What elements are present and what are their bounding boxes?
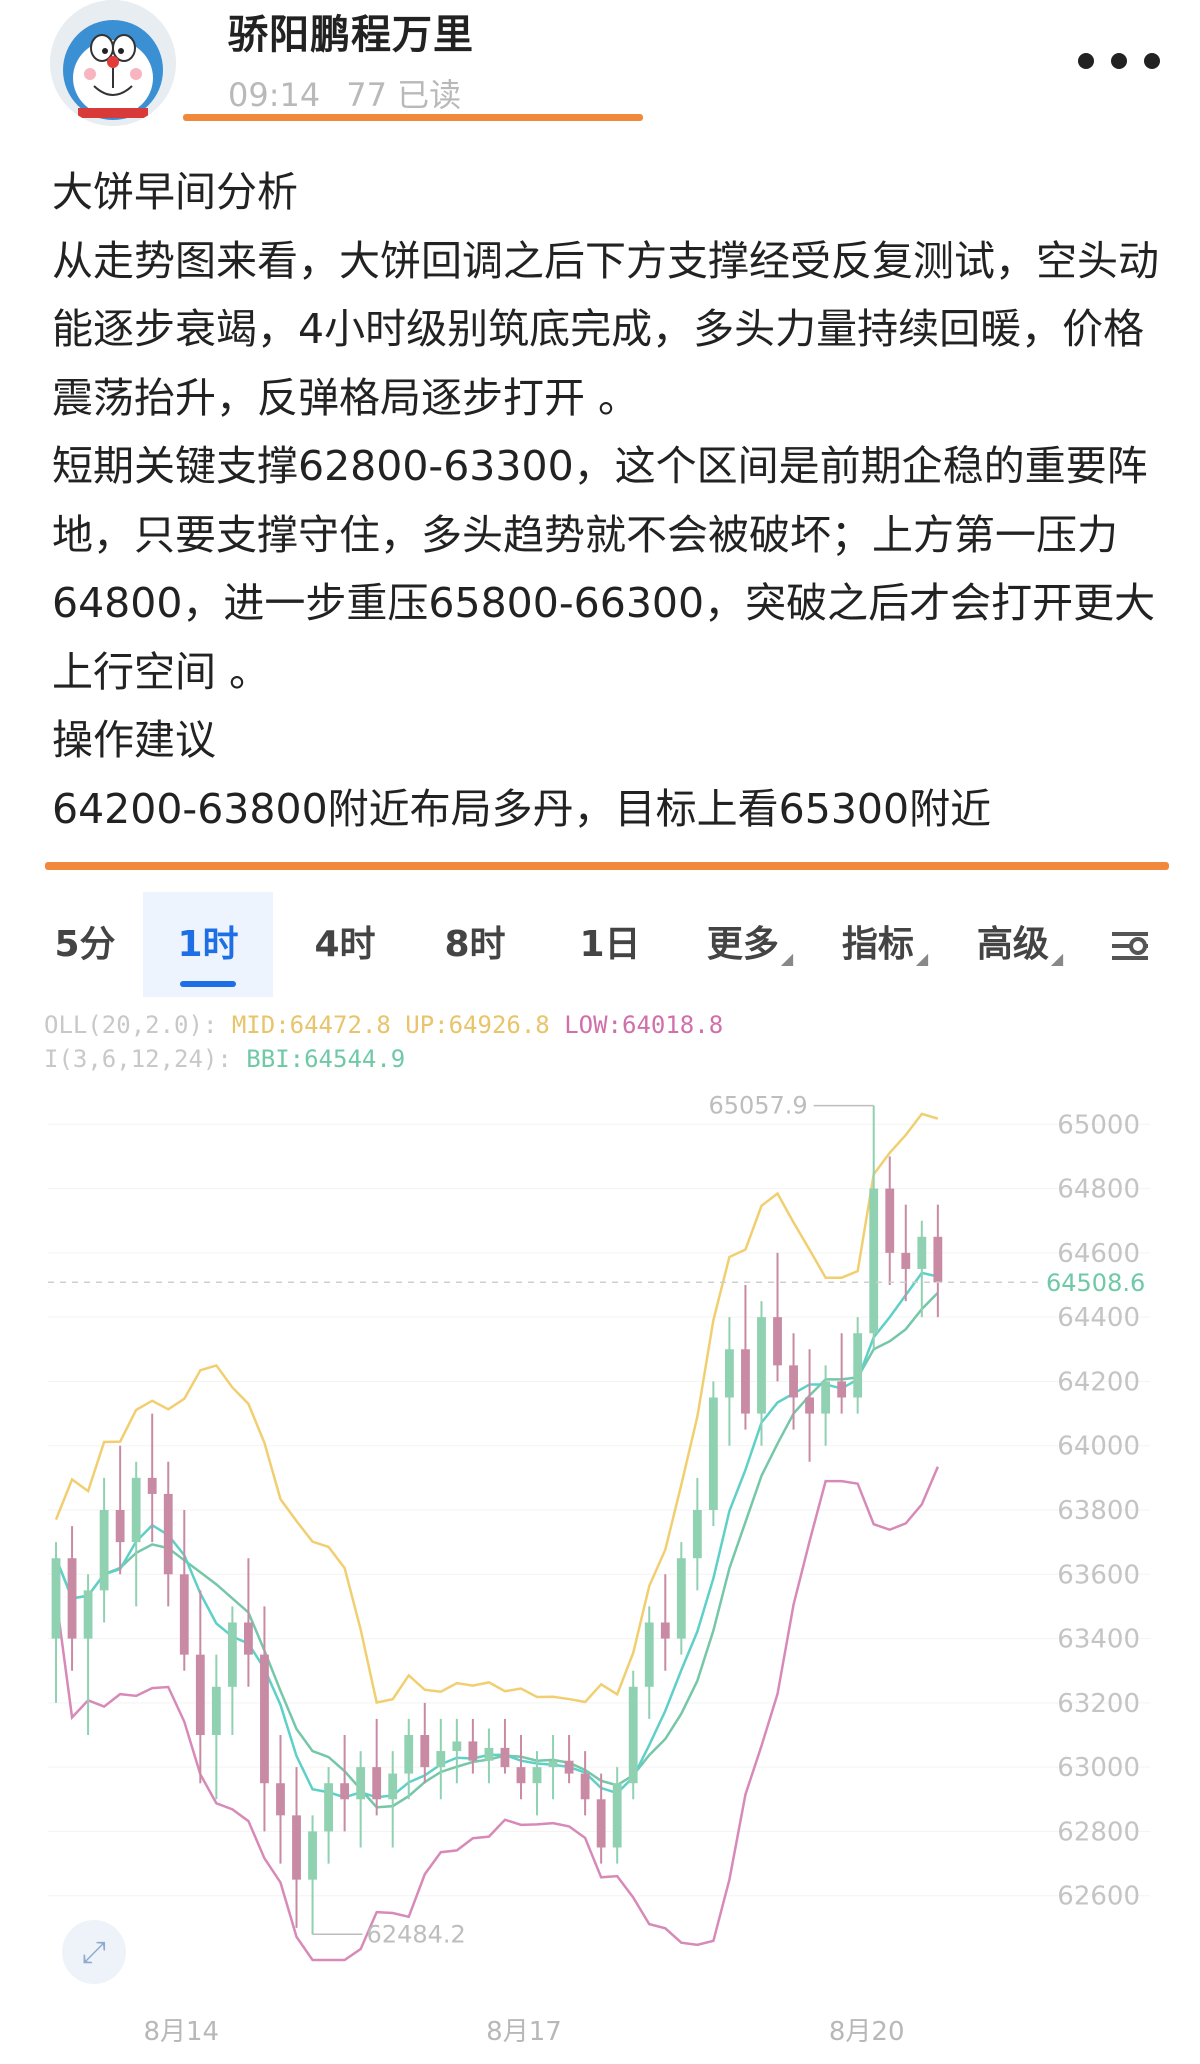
current-price-label: 64508.6 — [1046, 1269, 1145, 1297]
candle-body — [885, 1188, 895, 1253]
candle-body — [211, 1686, 221, 1735]
x-tick-label: 8月14 — [143, 2017, 219, 2047]
candle-body — [821, 1381, 831, 1414]
candle-body — [131, 1477, 141, 1543]
candle-body — [516, 1767, 526, 1784]
candle-body — [468, 1741, 478, 1761]
post-body: 大饼早间分析 从走势图来看，大饼回调之后下方支撑经受反复测试，空头动能逐步衰竭，… — [52, 158, 1162, 843]
candle-body — [195, 1654, 205, 1735]
candle-body — [773, 1317, 782, 1366]
candle-body — [83, 1590, 93, 1639]
candle-body — [147, 1477, 157, 1494]
bbi-line — [54, 1271, 939, 1799]
y-tick-label: 65000 — [1057, 1110, 1140, 1140]
read-count: 77 已读 — [346, 76, 462, 114]
candle-body — [805, 1397, 814, 1414]
y-tick-label: 63200 — [1057, 1689, 1140, 1719]
x-tick-label: 8月17 — [486, 2017, 562, 2047]
candle-body — [388, 1773, 398, 1800]
candle-body — [484, 1747, 494, 1761]
candle-body — [853, 1333, 863, 1398]
candle-body — [917, 1236, 927, 1269]
post-time: 09:14 — [228, 76, 321, 114]
kline-chart-card[interactable]: 5分 1时 4时 8时 1日 更多 ◢ 指标 ◢ 高级 ◢ OLL(20,2.0): … — [0, 880, 1200, 2064]
low-price-label: 62484.2 — [367, 1920, 466, 1948]
boll-lower-line — [54, 1466, 939, 1962]
candle-body — [676, 1558, 686, 1639]
candle-body — [757, 1317, 766, 1414]
candle-body — [500, 1747, 510, 1768]
candle-body — [692, 1510, 702, 1559]
avatar[interactable] — [50, 0, 176, 126]
y-tick-label: 63800 — [1057, 1496, 1140, 1526]
y-tick-label: 62600 — [1057, 1882, 1140, 1912]
doraemon-avatar-icon — [50, 0, 176, 126]
y-tick-label: 64200 — [1057, 1367, 1140, 1397]
candle-body — [51, 1558, 61, 1639]
candle-body — [901, 1252, 911, 1269]
candle-body — [837, 1381, 847, 1398]
candle-body — [596, 1799, 606, 1848]
candle-body — [340, 1783, 350, 1800]
author-name[interactable]: 骄阳鹏程万里 — [228, 2, 474, 60]
kline-plot[interactable]: 6500064800646006440064200640006380063600… — [0, 880, 1200, 2064]
candle-body — [99, 1510, 109, 1591]
y-tick-label: 62800 — [1057, 1817, 1140, 1847]
candle-body — [644, 1622, 654, 1687]
candle-body — [869, 1188, 879, 1334]
high-price-label: 65057.9 — [708, 1092, 807, 1120]
boll-mid-line — [54, 1291, 939, 1809]
more-dots-icon — [1078, 53, 1094, 69]
candle-body — [260, 1654, 269, 1784]
candle-body — [227, 1622, 237, 1687]
candle-body — [356, 1767, 366, 1800]
candle-body — [404, 1735, 414, 1774]
candle-body — [67, 1558, 77, 1639]
candle-body — [580, 1773, 590, 1800]
candle-body — [372, 1767, 382, 1800]
candle-body — [163, 1493, 173, 1575]
annotation-underline — [183, 114, 643, 121]
x-tick-label: 8月20 — [829, 2017, 905, 2047]
post-heading: 大饼早间分析 — [52, 168, 298, 216]
y-tick-label: 63600 — [1057, 1560, 1140, 1590]
candle-body — [548, 1760, 558, 1768]
expand-arrows-icon[interactable]: ⤢ — [62, 1920, 126, 1984]
more-options-button[interactable] — [1078, 44, 1160, 78]
candle-body — [612, 1783, 622, 1848]
post-subheading: 操作建议 — [52, 716, 216, 764]
candle-body — [933, 1236, 943, 1283]
annotation-underline — [45, 862, 1169, 870]
y-tick-label: 64400 — [1057, 1303, 1140, 1333]
candle-body — [436, 1751, 446, 1768]
candle-body — [628, 1686, 638, 1784]
post-paragraph: 从走势图来看，大饼回调之后下方支撑经受反复测试，空头动能逐步衰竭，4小时级别筑底… — [52, 236, 1159, 422]
candle-body — [725, 1349, 734, 1398]
y-tick-label: 63000 — [1057, 1753, 1140, 1783]
candle-body — [244, 1622, 253, 1655]
y-tick-label: 64800 — [1057, 1175, 1140, 1205]
candle-body — [308, 1831, 317, 1880]
candle-body — [179, 1574, 189, 1655]
y-tick-label: 64000 — [1057, 1432, 1140, 1462]
candle-body — [741, 1349, 750, 1414]
candle-body — [660, 1622, 670, 1639]
candle-body — [276, 1783, 285, 1816]
post-paragraph: 短期关键支撑62800-63300，这个区间是前期企稳的重要阵地，只要支撑守住，… — [52, 442, 1156, 696]
candle-body — [564, 1760, 574, 1774]
candle-body — [452, 1741, 462, 1752]
candle-body — [420, 1735, 430, 1768]
post-meta: 09:14 77 已读 — [228, 70, 461, 116]
y-tick-label: 63400 — [1057, 1625, 1140, 1655]
candle-body — [789, 1365, 798, 1398]
candle-body — [115, 1510, 125, 1543]
post-paragraph: 64200-63800附近布局多丹，目标上看65300附近 — [52, 784, 992, 833]
candle-body — [324, 1783, 333, 1832]
candle-body — [292, 1815, 301, 1880]
candle-body — [708, 1397, 718, 1510]
candle-body — [532, 1767, 542, 1784]
